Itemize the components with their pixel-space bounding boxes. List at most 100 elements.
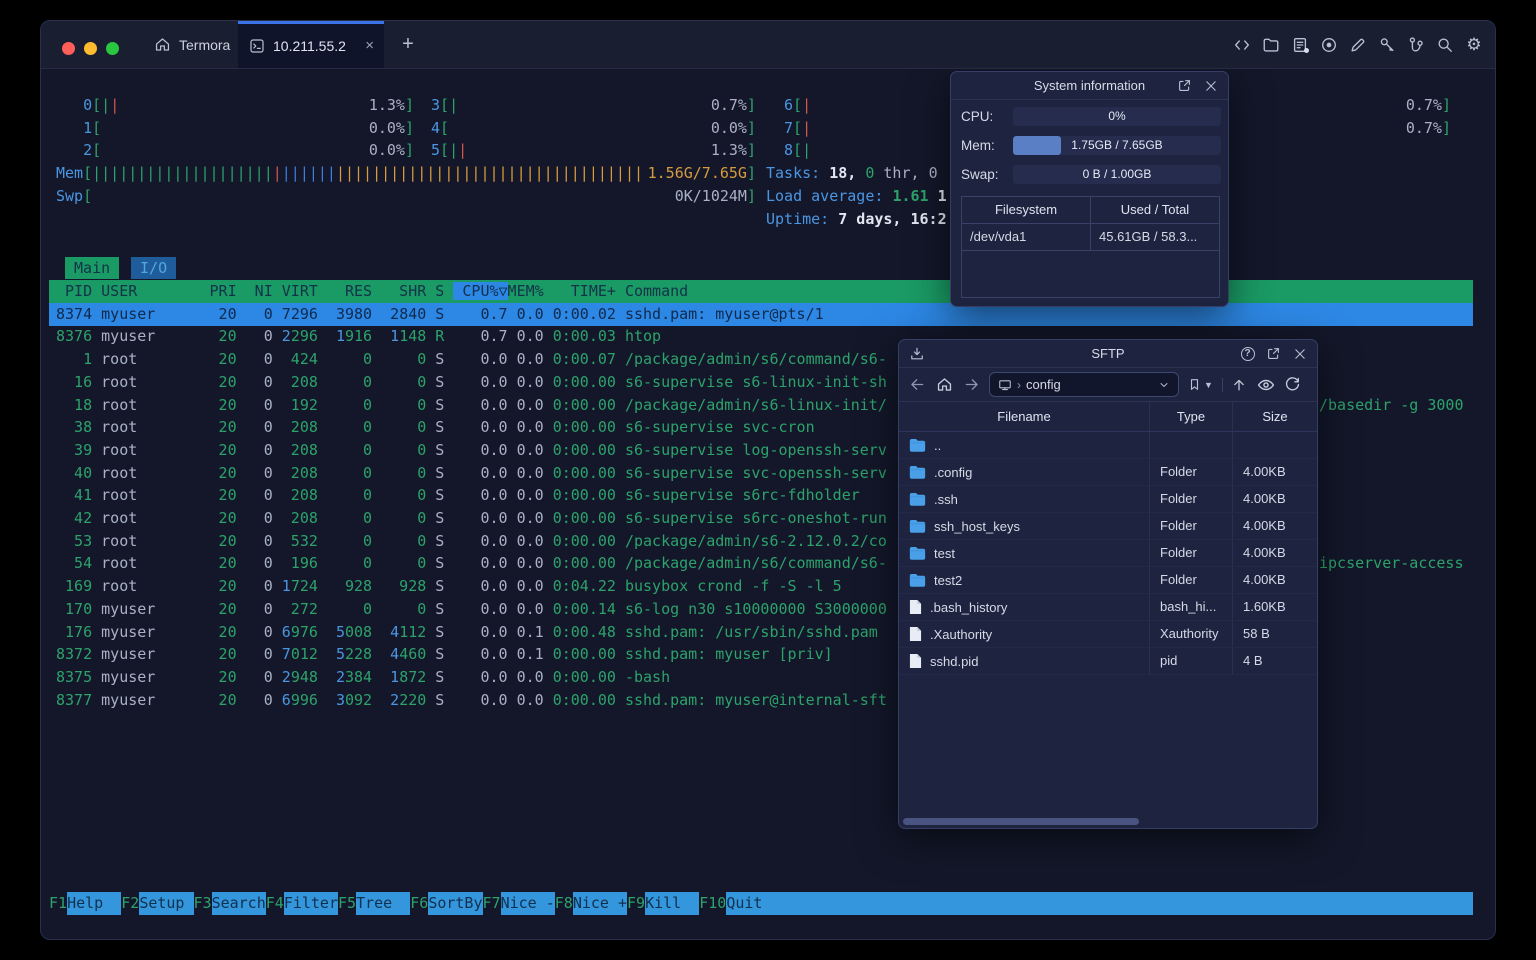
- settings-icon[interactable]: ⚙: [1465, 36, 1483, 54]
- new-tab-button[interactable]: +: [396, 33, 420, 57]
- file-list: .. .config Folder 4.00KB .ssh Folder 4.00KB ssh…: [899, 432, 1317, 675]
- process-row-8374[interactable]: 8374 myuser 20 0 7296 3980 2840 S 0.7 0.…: [49, 302, 1473, 326]
- key-icon[interactable]: [1378, 36, 1396, 54]
- file-row--ssh[interactable]: .ssh Folder 4.00KB: [899, 486, 1317, 513]
- zoom-window-button[interactable]: [106, 42, 119, 55]
- tab-close-icon[interactable]: ×: [365, 38, 374, 53]
- bookmark-icon[interactable]: ▼: [1187, 377, 1213, 392]
- edit-icon[interactable]: [1349, 36, 1367, 54]
- swap-meter: Swp[0K/1024M]: [56, 186, 756, 205]
- open-in-window-icon[interactable]: [1265, 345, 1282, 362]
- file-type: Folder: [1149, 540, 1232, 566]
- folder-icon: [909, 519, 926, 533]
- tab-label: Termora: [179, 36, 231, 53]
- record-icon[interactable]: [1320, 36, 1338, 54]
- file-row--Xauthority[interactable]: .Xauthority Xauthority 58 B: [899, 621, 1317, 648]
- file-size: [1232, 432, 1317, 458]
- file-size: 4.00KB: [1232, 459, 1317, 485]
- snippets-icon[interactable]: [1291, 36, 1309, 54]
- file-row-test[interactable]: test Folder 4.00KB: [899, 540, 1317, 567]
- refresh-icon[interactable]: [1284, 376, 1302, 394]
- fkey-sortby[interactable]: SortBy: [428, 892, 483, 915]
- forward-icon[interactable]: [962, 376, 980, 394]
- fkey-nice-[interactable]: Nice +: [572, 892, 627, 915]
- fkey-kill[interactable]: Kill: [645, 892, 700, 915]
- breadcrumb-path: config: [1026, 377, 1061, 392]
- sysinfo-meter-swap: Swap: 0 B / 1.00GB: [951, 165, 1230, 185]
- back-icon[interactable]: [908, 376, 926, 394]
- file-row--config[interactable]: .config Folder 4.00KB: [899, 459, 1317, 486]
- close-window-button[interactable]: [62, 42, 75, 55]
- column-size[interactable]: Size: [1232, 402, 1317, 431]
- folder-icon: [909, 492, 926, 506]
- tab-session[interactable]: 10.211.55.2 ×: [238, 21, 384, 68]
- file-name: .config: [934, 464, 973, 480]
- minimize-window-button[interactable]: [84, 42, 97, 55]
- fkey-quit[interactable]: Quit: [726, 892, 781, 915]
- fkey-filter[interactable]: Filter: [283, 892, 338, 915]
- file-type: Folder: [1149, 486, 1232, 512]
- process-table-header[interactable]: PID USER PRI NI VIRT RES SHR S CPU%▽MEM%…: [49, 280, 1473, 303]
- file-name: ssh_host_keys: [934, 518, 1020, 534]
- file-size: 4.00KB: [1232, 486, 1317, 512]
- file-size: 4 B: [1232, 648, 1317, 674]
- tab-label: 10.211.55.2: [273, 38, 346, 54]
- meter-bar: 1.75GB / 7.65GB: [1013, 136, 1221, 155]
- meter-label: Swap:: [961, 167, 999, 182]
- fkey-nice-[interactable]: Nice -: [500, 892, 555, 915]
- code-icon[interactable]: [1233, 36, 1251, 54]
- sysinfo-meter-mem: Mem: 1.75GB / 7.65GB: [951, 136, 1230, 156]
- close-icon[interactable]: [1202, 77, 1219, 94]
- cpu-meter-3: 3[| 0.7%]: [431, 96, 756, 114]
- filesystem-row[interactable]: /dev/vda1 45.61GB / 58.3...: [962, 224, 1219, 251]
- htop-tab-main[interactable]: Main: [65, 257, 120, 279]
- file-icon: [909, 653, 922, 669]
- panel-header: System information: [951, 72, 1228, 100]
- folder-icon[interactable]: [1262, 36, 1280, 54]
- htop-info-line-0: Tasks: 18, 0 thr, 0: [766, 164, 938, 183]
- transfers-download-icon[interactable]: [908, 345, 925, 362]
- cpu-meter-2: 2[0.0%]: [83, 141, 414, 160]
- horizontal-scrollbar[interactable]: [903, 818, 1139, 825]
- folder-icon: [909, 546, 926, 560]
- filesystem-table-header: Filesystem Used / Total: [962, 197, 1219, 224]
- fkey-key-f1: F1: [49, 894, 68, 912]
- column-filename[interactable]: Filename: [899, 402, 1149, 431]
- fkey-setup[interactable]: Setup: [139, 892, 194, 915]
- column-type[interactable]: Type: [1149, 402, 1232, 431]
- terminal-icon: [248, 37, 266, 55]
- file-row-test2[interactable]: test2 Folder 4.00KB: [899, 567, 1317, 594]
- file-row--[interactable]: ..: [899, 432, 1317, 459]
- fkey-key-f9: F9: [627, 894, 646, 912]
- computer-icon: [999, 379, 1011, 390]
- function-bar-fill: [780, 892, 1473, 915]
- titlebar-toolbar: ⚙: [1233, 21, 1483, 68]
- file-table-header: Filename Type Size: [899, 402, 1317, 432]
- file-row-sshd-pid[interactable]: sshd.pid pid 4 B: [899, 648, 1317, 675]
- htop-tab-i-o[interactable]: I/O: [131, 257, 177, 279]
- search-icon[interactable]: [1436, 36, 1454, 54]
- htop-info-line-2: Uptime: 7 days, 16:2: [766, 209, 947, 228]
- open-in-window-icon[interactable]: [1176, 77, 1193, 94]
- file-row-ssh-host-keys[interactable]: ssh_host_keys Folder 4.00KB: [899, 513, 1317, 540]
- fkey-search[interactable]: Search: [211, 892, 266, 915]
- fkey-key-f6: F6: [410, 894, 429, 912]
- fkey-help[interactable]: Help: [67, 892, 122, 915]
- meter-value: 0%: [1108, 109, 1126, 123]
- file-name: sshd.pid: [930, 653, 979, 669]
- tab-termora[interactable]: Termora: [141, 21, 242, 68]
- keychain-icon[interactable]: [1407, 36, 1425, 54]
- meter-value: 1.75GB / 7.65GB: [1071, 138, 1163, 152]
- fkey-tree[interactable]: Tree: [356, 892, 411, 915]
- meter-label: Mem:: [961, 138, 995, 153]
- help-icon[interactable]: ?: [1239, 345, 1256, 362]
- sftp-panel: SFTP ? › config ▼ Filename Type Size .. …: [898, 339, 1318, 829]
- file-row--bash-history[interactable]: .bash_history bash_hi... 1.60KB: [899, 594, 1317, 621]
- fkey-key-f2: F2: [121, 894, 140, 912]
- parent-directory-icon[interactable]: [1230, 376, 1248, 394]
- meter-label: CPU:: [961, 109, 994, 124]
- close-icon[interactable]: [1291, 345, 1308, 362]
- show-hidden-icon[interactable]: [1257, 376, 1275, 394]
- home-icon[interactable]: [935, 376, 953, 394]
- path-breadcrumb[interactable]: › config: [989, 372, 1179, 397]
